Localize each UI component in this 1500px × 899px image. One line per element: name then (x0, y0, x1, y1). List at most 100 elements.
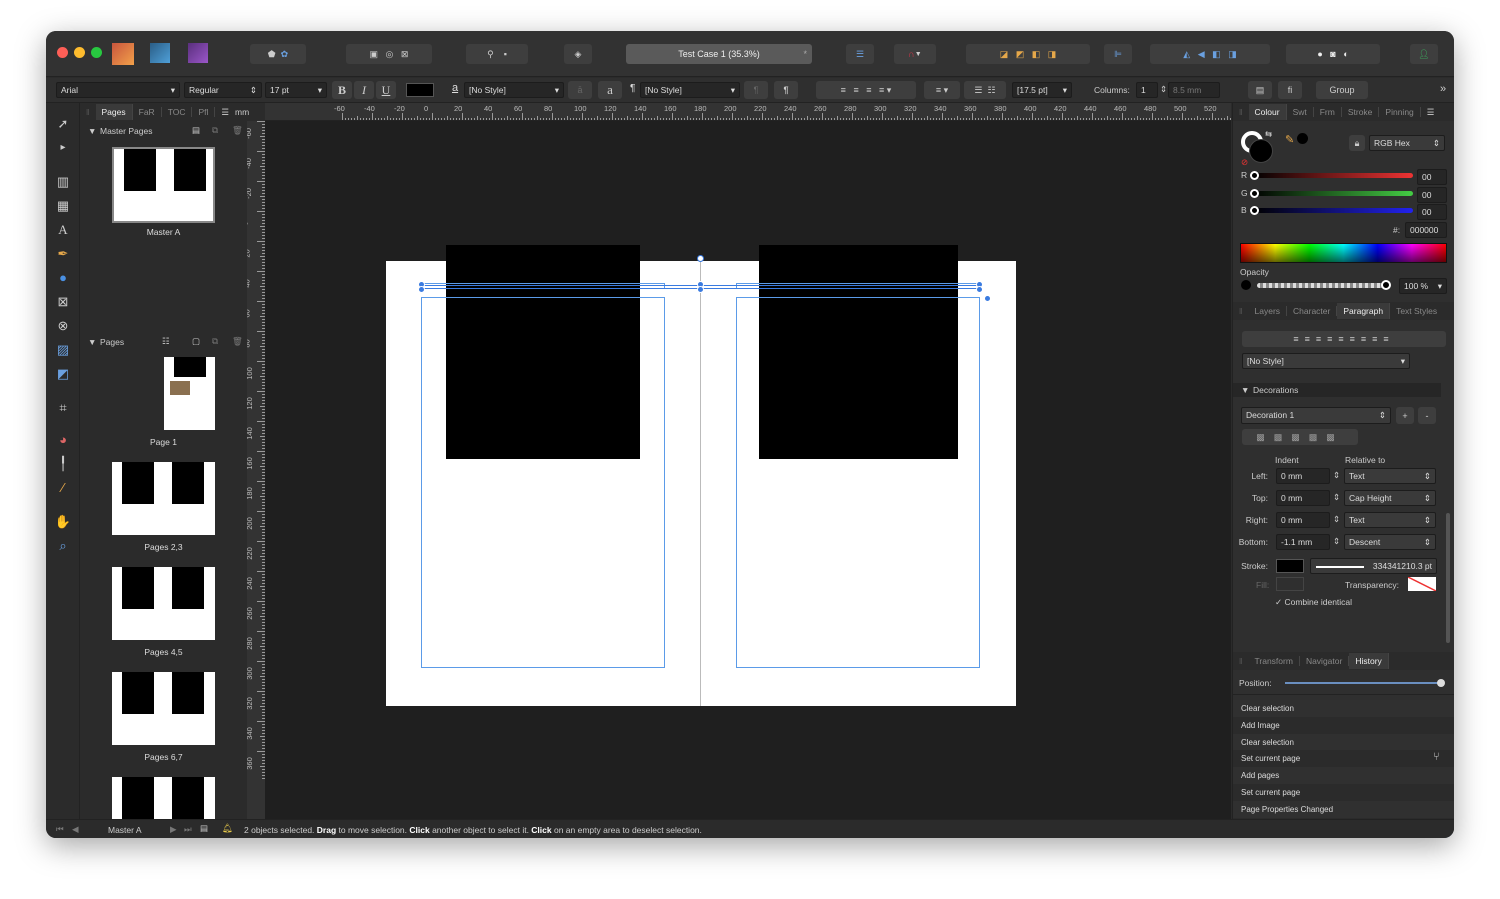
designer-persona-icon[interactable] (150, 43, 170, 63)
tab-transform[interactable]: Transform (1249, 656, 1300, 666)
color-mode-select[interactable]: RGB Hex ⇕ (1369, 135, 1445, 151)
leading-field[interactable]: [17.5 pt] ▾ (1012, 82, 1072, 98)
tab-swatches[interactable]: Swt (1287, 107, 1314, 117)
clip-view-icon[interactable]: ⊠ (401, 49, 409, 60)
move-to-front-icon[interactable]: ◨ (1048, 49, 1057, 60)
rotation-handle[interactable] (697, 255, 704, 262)
intersect-boolean-icon[interactable]: ◐ (1343, 49, 1348, 59)
no-color-icon[interactable]: ⊘ (1241, 157, 1248, 168)
lock-icon[interactable]: 🔒︎ (1349, 135, 1365, 151)
persona-tools[interactable]: ⬟ ✿ (250, 44, 306, 64)
decorations-header[interactable]: ▼ Decorations (1233, 383, 1441, 397)
move-tool-icon[interactable]: ➚ (54, 115, 72, 133)
page-icon[interactable]: ▤ (200, 823, 208, 834)
apply-para-style-button[interactable]: ¶ (774, 81, 798, 99)
text-frame-left[interactable] (421, 297, 665, 668)
swap-colors-icon[interactable]: ⇆ (1265, 129, 1272, 140)
pages-4-5-thumbnail[interactable] (112, 567, 215, 640)
indent-value-field[interactable]: 0 mm (1276, 468, 1330, 484)
delete-page-icon[interactable]: 🗑︎ (232, 336, 243, 347)
add-decoration-button[interactable]: + (1396, 407, 1414, 424)
picture-frame-tool-icon[interactable]: ⊠ (54, 293, 72, 311)
pages-8-9-thumbnail[interactable] (112, 777, 215, 819)
clear-char-style-button[interactable]: ā (568, 81, 592, 99)
columns-field[interactable]: 1 (1136, 82, 1158, 98)
paragraph-alignment-buttons[interactable]: ≡≡≡≡≡≡≡≡≡ (1242, 331, 1446, 347)
combine-identical-checkbox[interactable]: ✓ Combine identical (1275, 597, 1352, 608)
eyedropper-icon[interactable]: ✎ (1285, 133, 1294, 146)
justify-icon[interactable]: ≡ (879, 85, 884, 95)
relative-to-select[interactable]: Text ⇕ (1344, 468, 1436, 484)
move-to-back-icon[interactable]: ◪ (1000, 49, 1009, 60)
rotate-right-icon[interactable]: ◨ (1228, 49, 1237, 60)
list-buttons[interactable]: ☰ ☷ (964, 81, 1006, 99)
history-item[interactable]: Set current page (1233, 750, 1454, 768)
tab-layers[interactable]: Layers (1249, 306, 1288, 316)
history-item[interactable]: Set current page (1233, 784, 1454, 801)
apply-char-style-button[interactable]: a (598, 81, 622, 99)
b-value-field[interactable]: 00 (1417, 204, 1447, 220)
align-left-icon[interactable]: ≡ (841, 85, 846, 95)
user-account-button[interactable]: 👤︎ (1410, 44, 1438, 64)
indent-stepper[interactable]: ⇕ (1333, 536, 1340, 547)
ligatures-button[interactable]: fi (1278, 81, 1302, 99)
place-image-tool-icon[interactable]: ▨ (54, 341, 72, 359)
move-forward-icon[interactable]: ◧ (1032, 49, 1041, 60)
boolean-buttons[interactable]: ● ◙ ◐ (1286, 44, 1380, 64)
previous-page-button[interactable]: ◀ (72, 824, 79, 835)
first-page-button[interactable]: ⏮︎ (56, 824, 64, 835)
flip-horizontal-icon[interactable]: ◭ (1183, 49, 1190, 60)
text-color-swatch[interactable] (406, 83, 434, 97)
g-slider-thumb[interactable] (1250, 189, 1259, 198)
tab-toc[interactable]: TOC (162, 107, 193, 117)
r-slider[interactable] (1253, 173, 1413, 178)
zoom-tool-icon[interactable]: ⌕ (54, 537, 72, 555)
add-master-icon[interactable]: ▤ (192, 125, 200, 136)
color-picker-tool-icon[interactable]: ⁄ (54, 479, 72, 497)
picture-tool-icon[interactable]: ◩ (54, 365, 72, 383)
hand-tool-icon[interactable]: ✋ (54, 513, 72, 531)
tab-paragraph[interactable]: Paragraph (1337, 303, 1391, 319)
remove-decoration-button[interactable]: - (1418, 407, 1436, 424)
flip-vertical-icon[interactable]: ◀ (1198, 49, 1205, 60)
close-button[interactable] (57, 47, 68, 58)
history-branch-icon[interactable]: ⑂ (1433, 751, 1440, 763)
b-slider-thumb[interactable] (1250, 206, 1259, 215)
next-page-button[interactable]: ▶ (170, 824, 177, 835)
group-button[interactable]: Group (1316, 81, 1368, 99)
baseline-grid-button[interactable]: ☰ (846, 44, 874, 64)
paragraph-style-select[interactable]: [No Style] ▾ (640, 82, 740, 98)
g-slider[interactable] (1253, 191, 1413, 196)
gutter-field[interactable]: 8.5 mm (1168, 82, 1220, 98)
page-1-thumbnail[interactable] (164, 357, 215, 430)
r-value-field[interactable]: 00 (1417, 169, 1447, 185)
current-page-label[interactable]: Master A (108, 825, 142, 835)
indent-stepper[interactable]: ⇕ (1333, 470, 1340, 481)
tab-text-styles[interactable]: Text Styles (1390, 306, 1443, 316)
history-position-thumb[interactable] (1437, 679, 1445, 687)
bullet-list-icon[interactable]: ☰ (974, 85, 982, 96)
pages-header[interactable]: ▼ Pages ☷ ▢ ⧉ 🗑︎ (80, 335, 247, 349)
ellipse-tool-icon[interactable]: ● (54, 269, 72, 287)
panel-menu-icon[interactable]: ☰ (215, 107, 235, 118)
text-frame-right[interactable] (736, 297, 980, 668)
minimize-button[interactable] (74, 47, 85, 58)
crop-tool-icon[interactable]: ⌗ (54, 399, 72, 417)
opacity-slider-thumb[interactable] (1381, 280, 1391, 290)
fill-color-well[interactable] (1249, 139, 1273, 163)
history-position-slider[interactable] (1285, 682, 1441, 684)
align-center-icon[interactable]: ≡ (853, 85, 858, 95)
history-item[interactable]: Add Image (1233, 716, 1454, 734)
selection-handle[interactable] (976, 286, 983, 293)
export-persona-icon[interactable]: ⬟ (268, 49, 276, 60)
arrange-buttons[interactable]: ◪ ◩ ◧ ◨ (966, 44, 1090, 64)
hex-field[interactable]: 000000 (1405, 222, 1447, 238)
history-item[interactable]: Page Properties Changed (1233, 800, 1454, 818)
stroke-width-field[interactable]: 334341210.3 pt (1310, 558, 1437, 574)
history-item[interactable]: Clear selection (1233, 700, 1454, 717)
subtract-boolean-icon[interactable]: ◙ (1330, 49, 1335, 59)
add-boolean-icon[interactable]: ● (1317, 49, 1322, 59)
duplicate-master-icon[interactable]: ⧉ (212, 125, 218, 136)
canvas[interactable] (265, 121, 1231, 819)
relative-to-select[interactable]: Cap Height ⇕ (1344, 490, 1436, 506)
